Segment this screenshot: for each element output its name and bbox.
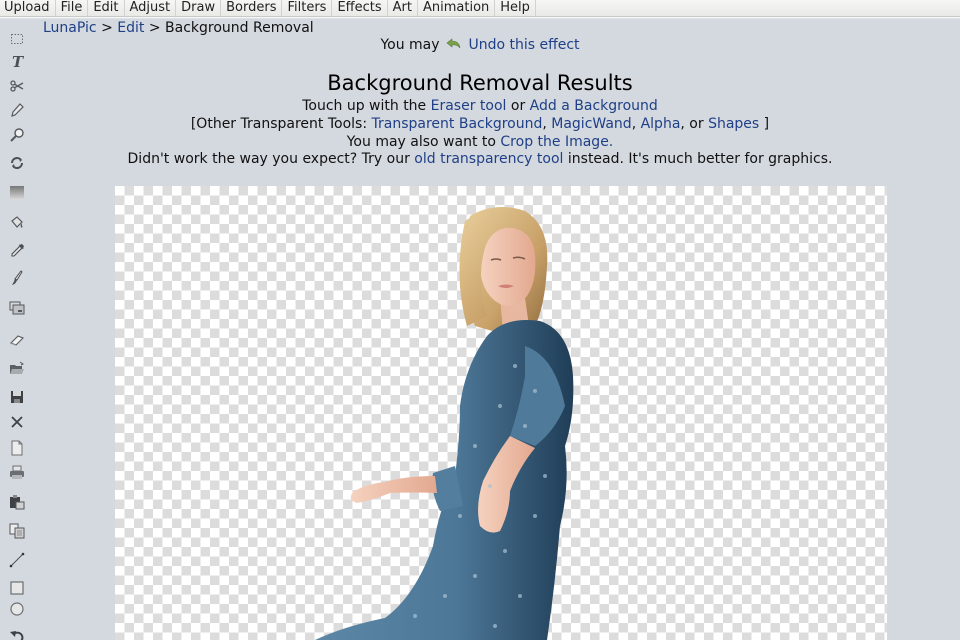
menu-help[interactable]: Help	[495, 0, 536, 16]
menu-upload[interactable]: Upload	[0, 0, 56, 16]
eraser-tool-link[interactable]: Eraser tool	[431, 98, 507, 114]
info-line-4: Didn't work the way you expect? Try our …	[0, 150, 960, 168]
undo-arrow-icon	[10, 631, 24, 640]
menu-filters[interactable]: Filters	[282, 0, 333, 16]
info-text: , or	[680, 115, 709, 132]
old-transparency-tool-link[interactable]: old transparency tool	[414, 151, 563, 167]
undo-line: You may Undo this effect	[0, 36, 960, 54]
add-background-link[interactable]: Add a Background	[530, 98, 658, 114]
circle-icon	[10, 602, 24, 616]
menu-file[interactable]: File	[56, 0, 89, 16]
square-icon	[10, 581, 24, 595]
info-text: Touch up with the	[302, 98, 431, 114]
rectangle-tool[interactable]	[7, 578, 27, 598]
info-line-1: Touch up with the Eraser tool or Add a B…	[0, 97, 960, 115]
folder-open-icon	[10, 361, 24, 374]
text-tool[interactable]: T	[7, 51, 27, 71]
text-t-icon: T	[12, 53, 25, 69]
paint-bucket-tool[interactable]	[7, 212, 27, 232]
clipboard-icon	[10, 495, 25, 510]
breadcrumb-current: Background Removal	[165, 20, 314, 36]
line-tool[interactable]	[7, 550, 27, 570]
info-text: You may also want to	[346, 133, 501, 150]
breadcrumb-separator: >	[101, 20, 113, 36]
undo-effect-link[interactable]: Undo this effect	[468, 37, 579, 53]
menu-bar-filler	[536, 0, 960, 16]
copy-tool[interactable]	[7, 521, 27, 541]
save-tool[interactable]	[7, 387, 27, 407]
close-x-icon	[11, 416, 23, 428]
line-icon	[9, 552, 25, 568]
undo-prefix: You may	[380, 37, 440, 53]
open-file-tool[interactable]	[7, 359, 27, 379]
left-arm	[350, 476, 437, 503]
magicwand-link[interactable]: MagicWand	[551, 116, 631, 132]
info-text: Didn't work the way you expect? Try our	[127, 151, 415, 168]
info-text: or	[506, 98, 530, 114]
brush-icon	[12, 270, 23, 285]
result-image-canvas[interactable]	[115, 186, 887, 640]
menu-edit[interactable]: Edit	[88, 0, 125, 16]
printer-icon	[10, 465, 24, 479]
info-block: Touch up with the Eraser tool or Add a B…	[0, 97, 960, 168]
floppy-disk-icon	[11, 391, 23, 403]
svg-text:T: T	[12, 53, 25, 69]
copy-icon	[9, 523, 25, 539]
close-tool[interactable]	[7, 412, 27, 432]
eyedropper-icon	[11, 243, 25, 257]
new-file-tool[interactable]	[7, 438, 27, 458]
menu-animation[interactable]: Animation	[418, 0, 496, 16]
info-text: ]	[759, 115, 770, 132]
transparent-background-link[interactable]: Transparent Background	[372, 116, 543, 132]
info-text: ,	[542, 115, 552, 132]
crop-image-link[interactable]: Crop the Image.	[500, 134, 613, 150]
info-line-2: [Other Transparent Tools: Transparent Ba…	[0, 115, 960, 133]
eraser-icon	[10, 335, 24, 346]
breadcrumb-lunapic[interactable]: LunaPic	[43, 20, 97, 36]
info-line-3: You may also want to Crop the Image.	[0, 133, 960, 151]
gradient-tool[interactable]	[7, 183, 27, 203]
undo-tool[interactable]	[7, 626, 27, 640]
eyedropper-tool[interactable]	[7, 241, 27, 261]
breadcrumb: LunaPic > Edit > Background Removal	[43, 19, 314, 37]
shapes-link[interactable]: Shapes	[708, 116, 759, 132]
circle-tool[interactable]	[7, 599, 27, 619]
undo-green-arrow-icon	[446, 38, 461, 49]
paint-bucket-icon	[11, 216, 23, 228]
info-text: instead. It's much better for graphics.	[563, 151, 833, 168]
menu-art[interactable]: Art	[388, 0, 418, 16]
brush-tool[interactable]	[7, 268, 27, 288]
eraser-tool[interactable]	[7, 330, 27, 350]
layers-icon	[9, 301, 25, 315]
menu-bar: Upload File Edit Adjust Draw Borders Fil…	[0, 0, 960, 17]
menu-adjust[interactable]: Adjust	[125, 0, 177, 16]
print-tool[interactable]	[7, 463, 27, 483]
breadcrumb-separator: >	[148, 20, 161, 36]
menu-borders[interactable]: Borders	[221, 0, 283, 16]
breadcrumb-edit[interactable]: Edit	[117, 20, 144, 36]
menu-effects[interactable]: Effects	[332, 0, 388, 16]
page-title: Background Removal Results	[327, 71, 633, 95]
alpha-link[interactable]: Alpha	[641, 116, 681, 132]
info-text: ,	[631, 115, 641, 132]
layers-tool[interactable]	[7, 298, 27, 318]
document-icon	[11, 440, 23, 456]
paste-tool[interactable]	[7, 492, 27, 512]
subject-woman-in-blue-dress	[315, 207, 574, 640]
gradient-icon	[10, 186, 24, 200]
info-text: [Other Transparent Tools:	[190, 115, 372, 132]
menu-draw[interactable]: Draw	[176, 0, 222, 16]
